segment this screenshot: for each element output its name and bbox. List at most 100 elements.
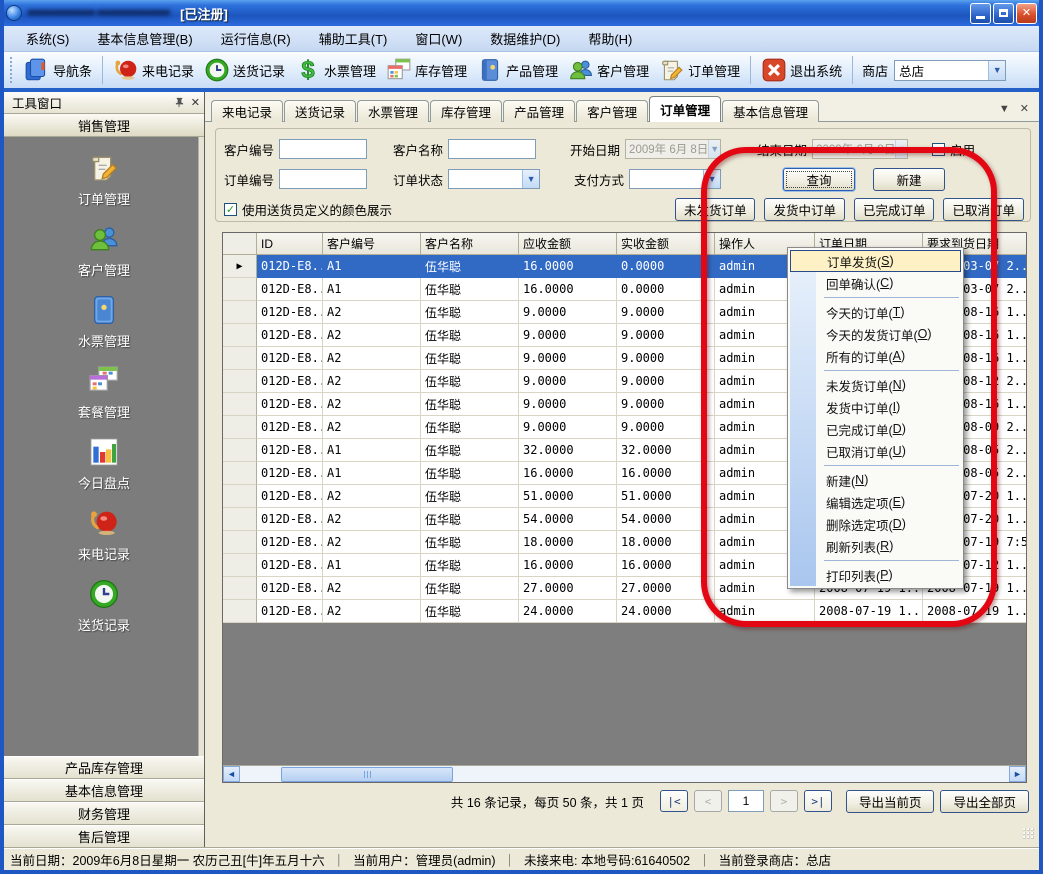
shop-select[interactable]: 总店 ▼ bbox=[894, 60, 1006, 81]
toolbar-button[interactable]: 订单管理 bbox=[654, 54, 745, 86]
tab-item[interactable]: 来电记录 bbox=[211, 100, 283, 122]
toolbar-grip[interactable] bbox=[10, 57, 15, 83]
sidebar-item[interactable]: 送货记录 bbox=[4, 578, 204, 634]
sidebar-group-button[interactable]: 基本信息管理 bbox=[4, 779, 204, 802]
order-status-filter-button[interactable]: 已取消订单 bbox=[943, 198, 1024, 221]
menubar-item[interactable]: 数据维护(D) bbox=[476, 25, 574, 52]
context-menu-item[interactable]: 所有的订单(A) bbox=[790, 345, 961, 367]
scroll-right-icon[interactable]: ► bbox=[1009, 766, 1026, 782]
tab-item[interactable]: 送货记录 bbox=[284, 100, 356, 122]
row-selector-cell[interactable] bbox=[223, 508, 257, 531]
row-selector-cell[interactable] bbox=[223, 577, 257, 600]
sidebar-group-button[interactable]: 产品库存管理 bbox=[4, 756, 204, 779]
query-button[interactable]: 查询 bbox=[783, 168, 855, 191]
tab-item[interactable]: 客户管理 bbox=[576, 100, 648, 122]
context-menu-item[interactable]: 打印列表(P) bbox=[790, 564, 961, 586]
tab-item[interactable]: 基本信息管理 bbox=[722, 100, 819, 122]
context-menu-item[interactable]: 删除选定项(D) bbox=[790, 513, 961, 535]
export-all-pages-button[interactable]: 导出全部页 bbox=[940, 790, 1029, 813]
row-selector-cell[interactable] bbox=[223, 531, 257, 554]
first-page-button[interactable]: |< bbox=[660, 790, 688, 812]
prev-page-button[interactable]: < bbox=[694, 790, 722, 812]
tab-list-dropdown-icon[interactable]: ▼ bbox=[999, 103, 1010, 115]
sidebar-item[interactable]: 套餐管理 bbox=[4, 365, 204, 421]
tab-close-icon[interactable]: ✕ bbox=[1020, 102, 1029, 115]
menubar-item[interactable]: 窗口(W) bbox=[401, 25, 476, 52]
export-current-page-button[interactable]: 导出当前页 bbox=[846, 790, 935, 813]
toolbar-button[interactable]: 来电记录 bbox=[108, 54, 199, 86]
pin-icon[interactable] bbox=[174, 97, 185, 108]
customer-name-input[interactable] bbox=[448, 139, 536, 159]
tab-item[interactable]: 产品管理 bbox=[503, 100, 575, 122]
order-status-filter-button[interactable]: 已完成订单 bbox=[854, 198, 935, 221]
column-header[interactable]: 实收金额 bbox=[617, 233, 715, 255]
column-header[interactable]: ID bbox=[257, 233, 323, 255]
menubar-item[interactable]: 辅助工具(T) bbox=[305, 25, 402, 52]
row-selector-cell[interactable] bbox=[223, 324, 257, 347]
sidebar-item[interactable]: 今日盘点 bbox=[4, 436, 204, 492]
toolbar-button[interactable]: 库存管理 bbox=[381, 54, 472, 86]
toolbar-button[interactable]: 客户管理 bbox=[563, 54, 654, 86]
menubar-item[interactable]: 基本信息管理(B) bbox=[83, 25, 206, 52]
row-selector-cell[interactable] bbox=[223, 393, 257, 416]
tool-window-close-icon[interactable]: ✕ bbox=[191, 96, 200, 109]
row-selector-cell[interactable] bbox=[223, 462, 257, 485]
pay-method-select[interactable]: ▼ bbox=[629, 169, 721, 189]
tab-item[interactable]: 订单管理 bbox=[649, 96, 721, 122]
sidebar-item[interactable]: 水票管理 bbox=[4, 294, 204, 350]
context-menu-item[interactable]: 今天的订单(T) bbox=[790, 301, 961, 323]
context-menu-item[interactable]: 新建(N) bbox=[790, 469, 961, 491]
enable-dates-checkbox[interactable] bbox=[932, 143, 945, 156]
maximize-button[interactable] bbox=[993, 3, 1014, 24]
sidebar-group-button[interactable]: 售后管理 bbox=[4, 825, 204, 848]
last-page-button[interactable]: >| bbox=[804, 790, 832, 812]
row-selector-cell[interactable] bbox=[223, 347, 257, 370]
sidebar-item[interactable]: 订单管理 bbox=[4, 152, 204, 208]
context-menu-item[interactable]: 刷新列表(R) bbox=[790, 535, 961, 557]
toolbar-button[interactable]: 送货记录 bbox=[199, 54, 290, 86]
row-selector-cell[interactable] bbox=[223, 554, 257, 577]
row-selector-cell[interactable]: ▶ bbox=[223, 255, 257, 278]
row-selector-cell[interactable] bbox=[223, 301, 257, 324]
menubar-item[interactable]: 帮助(H) bbox=[574, 25, 646, 52]
toolbar-button[interactable]: 导航条 bbox=[19, 54, 97, 86]
column-header[interactable]: 客户名称 bbox=[421, 233, 519, 255]
column-header[interactable]: 应收金额 bbox=[519, 233, 617, 255]
close-button[interactable]: ✕ bbox=[1016, 3, 1037, 24]
horizontal-scrollbar[interactable]: ◄ ► bbox=[223, 765, 1026, 782]
context-menu-item[interactable]: 已取消订单(U) bbox=[790, 440, 961, 462]
order-status-filter-button[interactable]: 发货中订单 bbox=[764, 198, 845, 221]
column-header[interactable]: 客户编号 bbox=[323, 233, 421, 255]
menubar-item[interactable]: 运行信息(R) bbox=[207, 25, 305, 52]
resize-grip[interactable] bbox=[1023, 828, 1035, 840]
toolbar-button[interactable]: 产品管理 bbox=[472, 54, 563, 86]
sidebar-group-button[interactable]: 财务管理 bbox=[4, 802, 204, 825]
sidebar-scrollbar[interactable] bbox=[198, 137, 204, 756]
tab-item[interactable]: 库存管理 bbox=[430, 100, 502, 122]
minimize-button[interactable] bbox=[970, 3, 991, 24]
order-status-select[interactable]: ▼ bbox=[448, 169, 540, 189]
context-menu-item[interactable]: 编辑选定项(E) bbox=[790, 491, 961, 513]
driver-color-checkbox[interactable]: ✓ bbox=[224, 203, 237, 216]
context-menu-item[interactable]: 已完成订单(D) bbox=[790, 418, 961, 440]
row-selector-cell[interactable] bbox=[223, 439, 257, 462]
order-no-input[interactable] bbox=[279, 169, 367, 189]
row-selector-cell[interactable] bbox=[223, 600, 257, 623]
toolbar-button[interactable]: $水票管理 bbox=[290, 54, 381, 86]
row-selector-cell[interactable] bbox=[223, 416, 257, 439]
context-menu-item[interactable]: 未发货订单(N) bbox=[790, 374, 961, 396]
table-row[interactable]: 012D-E8...A2伍华聪24.000024.0000admin2008-0… bbox=[223, 600, 1026, 623]
sidebar-item[interactable]: 来电记录 bbox=[4, 507, 204, 563]
row-selector-cell[interactable] bbox=[223, 370, 257, 393]
context-menu-item[interactable]: 订单发货(S) bbox=[790, 250, 961, 272]
tab-item[interactable]: 水票管理 bbox=[357, 100, 429, 122]
sidebar-group-header[interactable]: 销售管理 bbox=[4, 114, 204, 137]
sidebar-item[interactable]: 客户管理 bbox=[4, 223, 204, 279]
chevron-down-icon[interactable]: ▼ bbox=[988, 61, 1005, 80]
context-menu-item[interactable]: 发货中订单(I) bbox=[790, 396, 961, 418]
context-menu-item[interactable]: 回单确认(C) bbox=[790, 272, 961, 294]
customer-no-input[interactable] bbox=[279, 139, 367, 159]
new-button[interactable]: 新建 bbox=[873, 168, 945, 191]
next-page-button[interactable]: > bbox=[770, 790, 798, 812]
toolbar-button[interactable]: 退出系统 bbox=[756, 54, 847, 86]
